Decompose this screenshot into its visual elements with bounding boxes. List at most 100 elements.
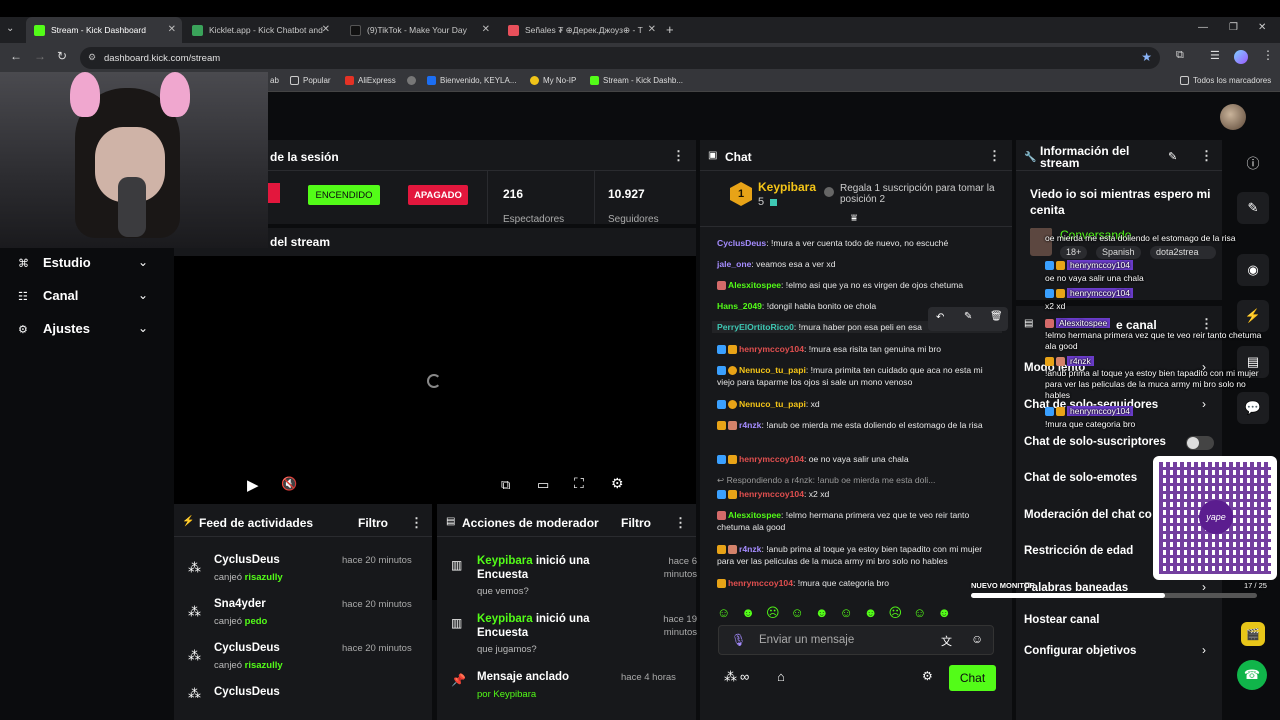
extensions-icon[interactable]: ⧉ <box>1176 49 1184 62</box>
settings-gear-icon[interactable]: ⚙ <box>611 475 624 492</box>
more-icon[interactable]: ⋮ <box>410 515 423 531</box>
setting-age-restriction[interactable]: Restricción de edad <box>1024 545 1133 557</box>
media-icon[interactable]: ☰ <box>1210 49 1220 62</box>
kicks-icon[interactable]: ⁂ <box>724 669 737 685</box>
chat-username[interactable]: henrymccoy104 <box>739 454 804 464</box>
camera-icon[interactable]: ◉ <box>1237 254 1269 286</box>
edit-pencil-icon[interactable]: ✎ <box>1168 150 1177 163</box>
sidebar-item-canal[interactable]: ☷ Canal ⌄ <box>18 288 168 308</box>
setting-subscribers-only[interactable]: Chat de solo-suscriptores <box>1024 436 1166 448</box>
more-icon[interactable]: ⋮ <box>674 515 687 531</box>
bookmark-item[interactable]: Stream - Kick Dashb... <box>590 76 683 85</box>
menu-icon[interactable]: ⋮ <box>1262 48 1274 62</box>
chat-settings-gear-icon[interactable]: ⚙ <box>922 669 933 683</box>
close-tab-icon[interactable]: ✕ <box>322 24 330 35</box>
encendido-button[interactable]: ENCENDIDO <box>308 185 380 205</box>
emote-icon[interactable]: ☻ <box>937 605 951 623</box>
emote-icon[interactable]: ☻ <box>815 605 829 623</box>
chat-username[interactable]: r4nzk <box>739 544 761 554</box>
back-icon[interactable]: ← <box>10 49 22 63</box>
translate-icon[interactable]: 文 <box>941 633 952 649</box>
mute-icon[interactable]: 🔇 <box>281 476 297 492</box>
mod-user[interactable]: Keypibara <box>477 613 533 625</box>
leaderboard-user[interactable]: Keypibara <box>758 180 816 194</box>
bookmark-item[interactable]: Popular <box>290 76 331 85</box>
setting-host-channel[interactable]: Hostear canal <box>1024 614 1099 626</box>
profile-avatar[interactable] <box>1234 50 1248 64</box>
maximize-icon[interactable]: ❐ <box>1229 22 1238 33</box>
more-icon[interactable]: ⋮ <box>672 148 685 164</box>
pip-icon[interactable]: ⧉ <box>501 477 510 493</box>
close-tab-icon[interactable]: ✕ <box>168 24 176 35</box>
subscribers-only-toggle[interactable] <box>1186 436 1214 450</box>
pin-message-icon[interactable]: ✎ <box>964 311 972 322</box>
close-window-icon[interactable]: ✕ <box>1258 22 1266 33</box>
tag-chip[interactable]: 18+ <box>1060 246 1088 259</box>
emote-icon[interactable]: ☺ <box>717 605 730 623</box>
chat-username[interactable]: henrymccoy104 <box>728 578 793 588</box>
reply-icon[interactable]: ↶ <box>936 312 944 323</box>
close-tab-icon[interactable]: ✕ <box>648 24 656 35</box>
site-info-icon[interactable]: ⚙ <box>88 52 96 63</box>
new-tab-icon[interactable]: + <box>666 22 674 37</box>
send-chat-button[interactable]: Chat <box>949 665 996 691</box>
close-tab-icon[interactable]: ✕ <box>482 24 490 35</box>
info-icon[interactable]: ⓘ <box>1237 146 1269 178</box>
feed-user[interactable]: CyclusDeus <box>214 642 280 654</box>
bookmark-item[interactable]: My No-IP <box>530 76 576 85</box>
tag-chip[interactable]: dota2strea <box>1150 246 1216 259</box>
microphone-icon[interactable]: 🎙 <box>731 633 746 647</box>
emote-icon[interactable]: ☹ <box>766 605 780 623</box>
tab-tiktok[interactable]: (9)TikTok - Make Your Day ✕ <box>342 17 496 43</box>
gift-subscription-text[interactable]: Regala 1 suscripción para tomar la posic… <box>840 183 1000 205</box>
bookmark-item[interactable]: AliExpress <box>345 76 396 85</box>
play-icon[interactable]: ▶ <box>247 476 259 494</box>
reload-icon[interactable]: ↻ <box>57 49 67 63</box>
feed-user[interactable]: CyclusDeus <box>214 554 280 566</box>
setting-chat-moderation[interactable]: Moderación del chat co <box>1024 509 1152 521</box>
emote-icon[interactable]: ☻ <box>864 605 878 623</box>
chat-username[interactable]: Nenuco_tu_papi <box>739 365 806 375</box>
more-icon[interactable]: ⋮ <box>988 148 1001 164</box>
emote-icon[interactable]: ☺ <box>913 605 926 623</box>
theater-icon[interactable]: ▭ <box>537 477 549 493</box>
emote-icon[interactable]: ☹ <box>888 605 902 623</box>
support-icon[interactable]: ☎ <box>1237 660 1267 690</box>
tab-senales[interactable]: Señales ₮ ⊕Дерек.Джоуз⊕ - T ✕ <box>500 17 662 43</box>
tab-kicklet[interactable]: Kicklet.app - Kick Chatbot and ✕ <box>184 17 336 43</box>
chat-username[interactable]: PerryElOrtitoRico0 <box>717 322 794 332</box>
feed-user[interactable]: Sna4yder <box>214 598 266 610</box>
chat-username[interactable]: CyclusDeus <box>717 238 766 248</box>
url-field[interactable]: ⚙ dashboard.kick.com/stream ★ <box>80 47 1160 69</box>
bookmark-item[interactable]: ab <box>270 76 279 85</box>
minimize-icon[interactable]: — <box>1198 22 1208 33</box>
lightning-rail-icon[interactable]: ⚡ <box>1237 300 1269 332</box>
chat-username[interactable]: henrymccoy104 <box>739 489 804 499</box>
delete-icon[interactable]: 🗑 <box>990 311 1003 322</box>
chevron-right-icon[interactable]: › <box>1202 643 1206 657</box>
all-bookmarks[interactable]: Todos los marcadores <box>1180 76 1271 85</box>
tab-stream-dashboard[interactable]: Stream - Kick Dashboard ✕ <box>26 17 182 43</box>
bookmark-item[interactable]: Bienvenido, KEYLA... <box>427 76 517 85</box>
modactions-filter-button[interactable]: Filtro <box>621 516 651 530</box>
sidebar-item-ajustes[interactable]: ⚙ Ajustes ⌄ <box>18 321 168 341</box>
tab-search-chevron-icon[interactable]: ⌄ <box>6 23 14 34</box>
feed-filter-button[interactable]: Filtro <box>358 516 388 530</box>
sidebar-item-estudio[interactable]: ⌘ Estudio ⌄ <box>18 255 168 275</box>
chat-username[interactable]: Alesxitospee <box>728 280 781 290</box>
chat-username[interactable]: henrymccoy104 <box>739 344 804 354</box>
emote-icon[interactable]: ☻ <box>741 605 755 623</box>
emoji-icon[interactable]: ☺ <box>971 632 983 646</box>
chat-username[interactable]: jale_one <box>717 259 751 269</box>
bookmark-star-icon[interactable]: ★ <box>1141 50 1152 64</box>
chat-username[interactable]: r4nzk <box>739 420 761 430</box>
setting-emotes-only[interactable]: Chat de solo-emotes <box>1024 472 1137 484</box>
chevron-right-icon[interactable]: › <box>1202 580 1206 594</box>
infinity-icon[interactable]: ∞ <box>740 669 749 684</box>
forward-icon[interactable]: → <box>34 49 46 63</box>
chat-username[interactable]: Alesxitospee <box>728 510 781 520</box>
emote-icon[interactable]: ☺ <box>791 605 804 623</box>
bookmark-item[interactable] <box>407 76 420 85</box>
chat-username[interactable]: Hans_2049 <box>717 301 762 311</box>
chat-input-box[interactable]: 🎙 Enviar un mensaje 文 ☺ <box>718 625 994 655</box>
